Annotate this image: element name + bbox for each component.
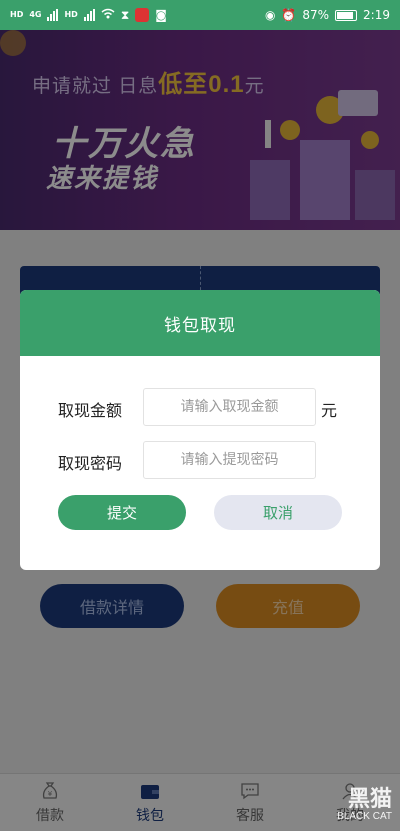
signal-icon [47, 9, 59, 21]
eye-icon: ◉ [264, 8, 276, 22]
password-label: 取现密码 [58, 454, 123, 473]
signal-icon-2 [83, 9, 95, 21]
password-row: 取现密码 [20, 441, 380, 479]
currency-unit: 元 [321, 401, 338, 420]
password-input[interactable] [143, 441, 316, 479]
hd-indicator-2: HD [64, 10, 78, 19]
hd-indicator: HD [10, 10, 24, 19]
dialog-title: 钱包取现 [20, 290, 380, 356]
withdraw-dialog: 钱包取现 取现金额 元 取现密码 提交 取消 [20, 290, 380, 570]
clock-time: 2:19 [363, 8, 390, 22]
app-notification-icon [135, 8, 150, 22]
cancel-button[interactable]: 取消 [214, 495, 342, 530]
battery-icon [335, 9, 358, 21]
notification-icon: ◙ [155, 8, 167, 22]
status-bar: HD 4G HD ⧗ ◙ ◉ ⏰ 87% 2:19 [0, 0, 400, 30]
wifi-icon [101, 8, 115, 22]
watermark-logo: 黑猫 BLACK CAT [337, 786, 392, 823]
battery-percent: 87% [302, 8, 330, 22]
amount-row: 取现金额 元 [20, 388, 380, 426]
amount-label: 取现金额 [58, 401, 123, 420]
submit-button[interactable]: 提交 [58, 495, 186, 530]
amount-input[interactable] [143, 388, 316, 426]
network-type: 4G [29, 10, 42, 19]
hourglass-icon: ⧗ [120, 7, 130, 22]
alarm-icon: ⏰ [281, 8, 297, 22]
